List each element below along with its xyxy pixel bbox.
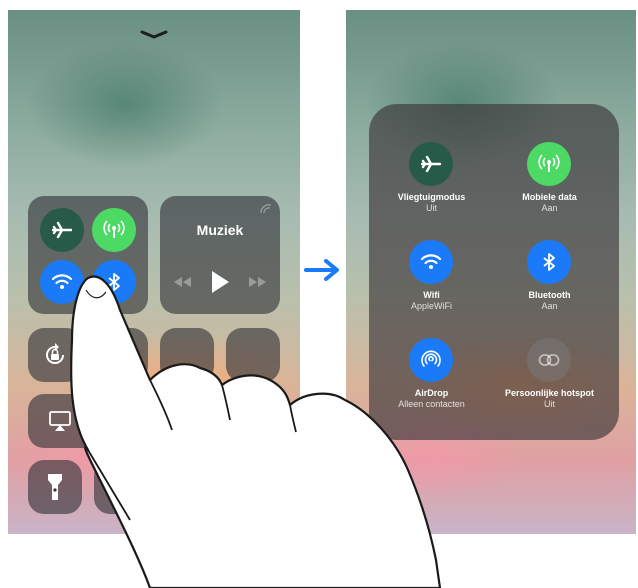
connectivity-panel: Vliegtuigmodus Uit Mobiele data Aan Wifi… <box>369 104 619 440</box>
airplay-audio-icon[interactable] <box>260 204 272 214</box>
airdrop-item[interactable]: AirDrop Alleen contacten <box>369 338 494 428</box>
personal-hotspot-button[interactable] <box>527 338 571 382</box>
expanded-connectivity-screen: Vliegtuigmodus Uit Mobiele data Aan Wifi… <box>346 10 636 534</box>
bluetooth-icon <box>543 253 555 271</box>
airplane-mode-status: Uit <box>426 203 437 213</box>
wifi-item[interactable]: Wifi AppleWiFi <box>369 240 494 330</box>
personal-hotspot-status: Uit <box>544 399 555 409</box>
wifi-label: Wifi <box>423 290 440 300</box>
bluetooth-button[interactable] <box>527 240 571 284</box>
antenna-icon <box>103 220 125 238</box>
airplane-mode-label: Vliegtuigmodus <box>397 192 466 202</box>
rewind-icon[interactable] <box>172 276 192 288</box>
airplay-screen-icon <box>49 411 71 431</box>
wifi-toggle[interactable] <box>40 260 84 304</box>
cellular-data-toggle[interactable] <box>92 208 136 252</box>
connectivity-tile[interactable] <box>28 196 148 314</box>
flashlight-tile[interactable] <box>28 460 82 514</box>
airplane-mode-item[interactable]: Vliegtuigmodus Uit <box>369 142 494 232</box>
wifi-button[interactable] <box>409 240 453 284</box>
bluetooth-item[interactable]: Bluetooth Aan <box>487 240 612 330</box>
fast-forward-icon[interactable] <box>248 276 268 288</box>
play-icon[interactable] <box>210 270 230 294</box>
antenna-icon <box>538 154 560 172</box>
airplane-mode-button[interactable] <box>409 142 453 186</box>
bluetooth-toggle[interactable] <box>92 260 136 304</box>
timer-tile[interactable] <box>94 460 148 514</box>
music-title: Muziek <box>196 222 244 238</box>
cellular-data-label: Mobiele data <box>522 192 577 202</box>
do-not-disturb-tile[interactable] <box>94 328 148 382</box>
control-tile-2[interactable] <box>226 328 280 382</box>
music-tile[interactable]: Muziek <box>160 196 280 314</box>
dismiss-chevron-icon[interactable] <box>139 28 169 42</box>
bluetooth-status: Aan <box>541 301 558 311</box>
airdrop-label: AirDrop <box>414 388 449 398</box>
control-center-screen: Muziek Synch weergav <box>8 10 300 534</box>
cellular-data-status: Aan <box>541 203 558 213</box>
airdrop-status: Alleen contacten <box>398 399 465 409</box>
rotation-lock-icon <box>46 343 64 364</box>
screen-mirroring-label-2: weergav <box>80 421 118 432</box>
screen-mirroring-tile[interactable]: Synch weergav <box>28 394 280 448</box>
airplane-mode-toggle[interactable] <box>40 208 84 252</box>
flashlight-icon <box>48 474 62 500</box>
cellular-data-item[interactable]: Mobiele data Aan <box>487 142 612 232</box>
bluetooth-icon <box>108 273 120 291</box>
control-tile-1[interactable] <box>160 328 214 382</box>
bluetooth-label: Bluetooth <box>528 290 571 300</box>
airdrop-icon <box>421 350 441 367</box>
airplane-icon <box>421 155 441 173</box>
personal-hotspot-label: Persoonlijke hotspot <box>504 388 594 398</box>
wifi-icon <box>51 274 73 289</box>
orientation-lock-tile[interactable] <box>28 328 82 382</box>
screen-mirroring-label-1: Synch <box>80 408 108 419</box>
wifi-icon <box>420 254 442 269</box>
cellular-data-button[interactable] <box>527 142 571 186</box>
wifi-status: AppleWiFi <box>410 301 452 311</box>
personal-hotspot-item[interactable]: Persoonlijke hotspot Uit <box>487 338 612 428</box>
airplane-icon <box>52 221 72 239</box>
airdrop-button[interactable] <box>409 338 453 382</box>
arrow-right-icon <box>304 259 339 281</box>
hotspot-icon <box>538 354 560 366</box>
